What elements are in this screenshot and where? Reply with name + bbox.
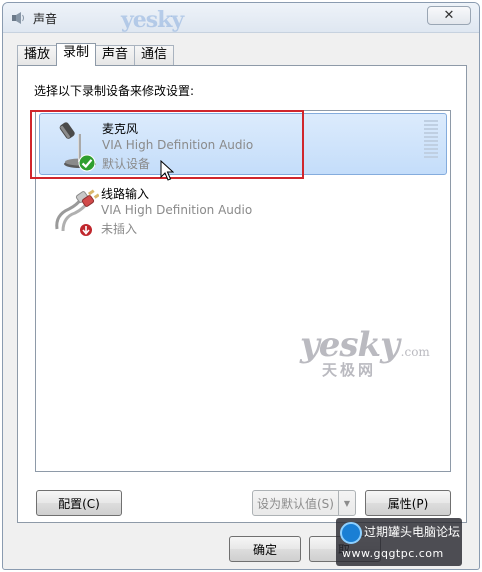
watermark-domain: .com [400,345,430,359]
tab-sounds[interactable]: 声音 [95,45,136,65]
red-down-arrow-icon [79,223,93,237]
tab-communications[interactable]: 通信 [134,45,175,65]
forum-name: 过期罐头电脑论坛 [364,525,461,539]
device-status: 未插入 [101,222,138,236]
speaker-icon [12,12,24,24]
close-button[interactable]: ✕ [427,6,471,25]
sound-dialog: 声音 yesky ✕ 播放 录制 声音 通信 选择以下录制设备来修改设置: 麦克… [2,2,480,570]
forum-watermark: 过期罐头电脑论坛 www.gqgtpc.com [336,518,462,566]
set-default-label: 设为默认值(S) [257,496,334,511]
watermark-yesky: yesky .com 天极网 [300,328,430,378]
window-title: 声音 [33,12,58,26]
device-driver: VIA High Definition Audio [101,203,253,217]
chevron-down-icon[interactable]: ▼ [338,491,355,515]
set-default-split-button[interactable]: 设为默认值(S) ▼ [252,490,356,516]
forum-logo-icon [340,522,362,544]
properties-button[interactable]: 属性(P) [365,490,451,516]
close-icon: ✕ [443,8,455,23]
watermark-top: yesky [121,7,184,33]
tab-strip: 播放 录制 声音 通信 [17,43,175,66]
watermark-brand-cn: 天极网 [322,361,377,379]
tab-playback[interactable]: 播放 [17,45,58,65]
watermark-brand: yesky [300,325,400,365]
forum-url: www.gqgtpc.com [342,547,444,560]
ok-button[interactable]: 确定 [229,536,301,562]
instruction-text: 选择以下录制设备来修改设置: [34,84,195,98]
device-item-line-in[interactable]: 线路输入 VIA High Definition Audio 未插入 [39,179,447,241]
tab-recording[interactable]: 录制 [56,43,97,66]
level-meter [424,120,438,162]
configure-button[interactable]: 配置(C) [36,490,122,516]
mouse-cursor-icon [160,160,174,181]
device-name: 线路输入 [101,187,150,201]
title-bar[interactable]: 声音 yesky ✕ [3,3,479,33]
